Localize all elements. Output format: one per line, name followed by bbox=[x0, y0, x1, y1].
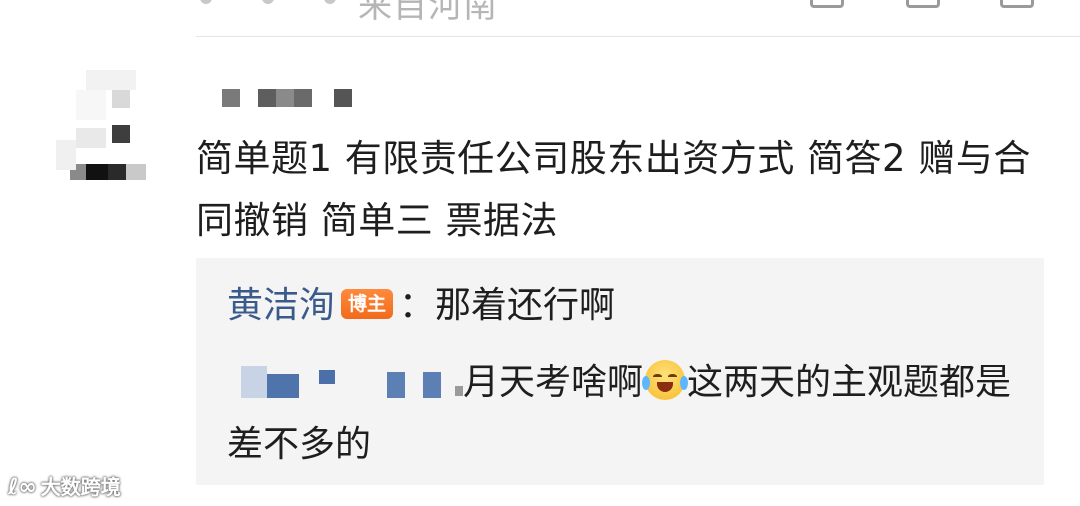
footer-dot bbox=[200, 0, 212, 4]
like-icon[interactable] bbox=[1000, 0, 1034, 8]
watermark-logo-icon: ℓ∞ bbox=[8, 475, 37, 500]
crying-laughing-emoji-icon bbox=[642, 360, 689, 400]
comment-icon[interactable] bbox=[906, 0, 940, 8]
previous-comment-footer: 来自河南 bbox=[0, 0, 1080, 36]
comment-text: 简单题1 有限责任公司股东出资方式 简答2 赠与合同撤销 简单三 票据法 bbox=[196, 137, 1031, 242]
author-badge: 博主 bbox=[341, 289, 394, 319]
watermark-text: 大数跨境 bbox=[40, 475, 121, 499]
reply-box[interactable]: 黄洁洵 博主 ：那着还行啊 月天考啥啊 这两天的主观题都是差不多的 bbox=[196, 258, 1044, 485]
footer-dot bbox=[262, 0, 274, 4]
redacted-text bbox=[227, 360, 463, 400]
reply-author-text: ：那着还行啊 bbox=[399, 285, 616, 326]
watermark: ℓ∞ 大数跨境 bbox=[8, 471, 121, 500]
footer-dot bbox=[324, 0, 336, 4]
reply-line: 黄洁洵 博主 ：那着还行啊 bbox=[227, 280, 615, 332]
quoted-partial-text: 月天考啥啊 bbox=[463, 362, 644, 403]
reply-quoted: 月天考啥啊 这两天的主观题都是差不多的 bbox=[227, 352, 1027, 476]
avatar[interactable] bbox=[56, 70, 166, 182]
username-redacted[interactable] bbox=[222, 89, 357, 107]
location-text: 来自河南 bbox=[358, 0, 498, 26]
share-icon[interactable] bbox=[810, 0, 844, 8]
reply-author-link[interactable]: 黄洁洵 bbox=[227, 285, 335, 326]
divider bbox=[196, 36, 1080, 37]
